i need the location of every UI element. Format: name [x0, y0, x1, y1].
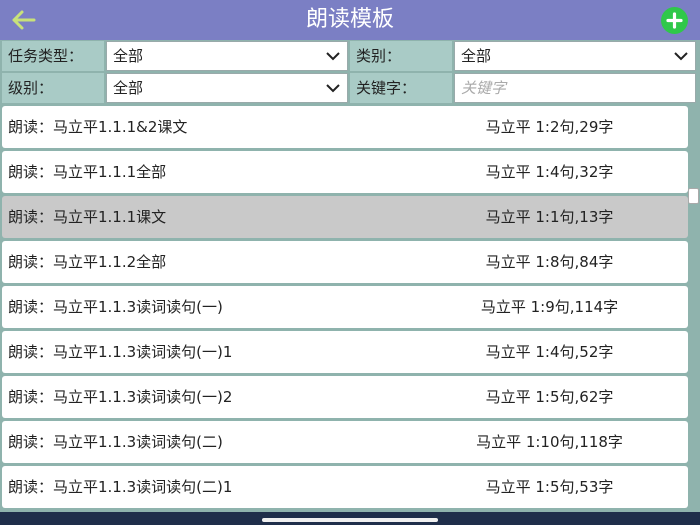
- list-item-selected[interactable]: 朗读：马立平1.1.1课文 马立平 1:1句,13字: [2, 196, 688, 238]
- chevron-down-icon: [326, 52, 340, 61]
- item-meta: 马立平 1:5句,53字: [485, 478, 614, 496]
- item-meta: 马立平 1:9句,114字: [480, 298, 619, 316]
- list-item[interactable]: 朗读：马立平1.1.3读词读句(二) 马立平 1:10句,118字: [2, 421, 688, 463]
- level-value: 全部: [113, 79, 144, 97]
- level-select[interactable]: 全部: [106, 73, 348, 103]
- task-type-select[interactable]: 全部: [106, 41, 348, 71]
- add-button[interactable]: [661, 7, 688, 34]
- scrollbar-thumb[interactable]: [688, 188, 699, 204]
- list-item[interactable]: 朗读：马立平1.1.3读词读句(二)1 马立平 1:5句,53字: [2, 466, 688, 508]
- item-name: 朗读：马立平1.1.3读词读句(一): [8, 298, 223, 316]
- page-title: 朗读模板: [305, 7, 394, 32]
- item-meta: 马立平 1:4句,52字: [485, 343, 614, 361]
- item-meta: 马立平 1:10句,118字: [476, 433, 623, 451]
- task-type-value: 全部: [113, 47, 144, 65]
- list-item[interactable]: 朗读：马立平1.1.3读词读句(一)2 马立平 1:5句,62字: [2, 376, 688, 418]
- plus-icon: [666, 12, 683, 29]
- level-label: 级别：: [2, 73, 104, 103]
- task-type-label: 任务类型：: [2, 41, 104, 71]
- keyword-input[interactable]: [454, 73, 696, 103]
- list-item[interactable]: 朗读：马立平1.1.3读词读句(一) 马立平 1:9句,114字: [2, 286, 688, 328]
- item-meta: 马立平 1:5句,62字: [485, 388, 614, 406]
- bottom-bar: [0, 512, 700, 525]
- category-value: 全部: [461, 47, 492, 65]
- item-name: 朗读：马立平1.1.3读词读句(二)1: [8, 478, 233, 496]
- item-name: 朗读：马立平1.1.1全部: [8, 163, 167, 181]
- filter-panel: 任务类型： 全部 类别： 全部 级别： 全部 关键字：: [0, 40, 700, 104]
- item-meta: 马立平 1:2句,29字: [485, 118, 614, 136]
- keyword-label: 关键字：: [350, 73, 452, 103]
- item-meta: 马立平 1:8句,84字: [485, 253, 614, 271]
- list-item[interactable]: 朗读：马立平1.1.1&2课文 马立平 1:2句,29字: [2, 106, 688, 148]
- item-meta: 马立平 1:4句,32字: [485, 163, 614, 181]
- category-label: 类别：: [350, 41, 452, 71]
- chevron-down-icon: [674, 52, 688, 61]
- item-name: 朗读：马立平1.1.1课文: [8, 208, 167, 226]
- list-item[interactable]: 朗读：马立平1.1.2全部 马立平 1:8句,84字: [2, 241, 688, 283]
- item-meta: 马立平 1:1句,13字: [485, 208, 614, 226]
- item-name: 朗读：马立平1.1.2全部: [8, 253, 167, 271]
- list-item[interactable]: 朗读：马立平1.1.3读词读句(一)1 马立平 1:4句,52字: [2, 331, 688, 373]
- item-name: 朗读：马立平1.1.3读词读句(一)2: [8, 388, 233, 406]
- list-item[interactable]: 朗读：马立平1.1.1全部 马立平 1:4句,32字: [2, 151, 688, 193]
- item-name: 朗读：马立平1.1.3读词读句(一)1: [8, 343, 233, 361]
- title-bar: 朗读模板: [0, 0, 700, 40]
- template-list: 朗读：马立平1.1.1&2课文 马立平 1:2句,29字 朗读：马立平1.1.1…: [0, 104, 688, 512]
- item-name: 朗读：马立平1.1.3读词读句(二): [8, 433, 223, 451]
- chevron-down-icon: [326, 84, 340, 93]
- item-name: 朗读：马立平1.1.1&2课文: [8, 118, 188, 136]
- home-indicator[interactable]: [262, 518, 438, 522]
- list-scrollbar[interactable]: [688, 104, 700, 512]
- category-select[interactable]: 全部: [454, 41, 696, 71]
